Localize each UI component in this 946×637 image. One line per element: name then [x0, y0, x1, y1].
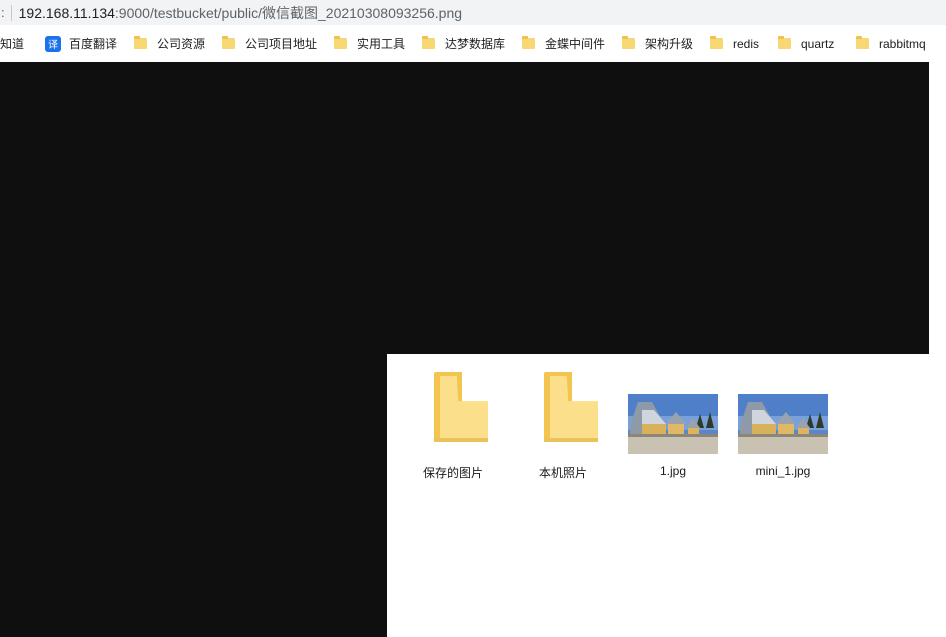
bookmark-label: 公司资源 — [157, 37, 206, 51]
url-host: 192.168.11.134 — [18, 4, 115, 21]
address-bar[interactable]: : 192.168.11.134:9000/testbucket/public/… — [0, 0, 946, 25]
address-separator — [10, 4, 12, 21]
file-label: 1.jpg — [659, 464, 687, 478]
file-label: mini_1.jpg — [755, 464, 811, 478]
file-item-1-jpg[interactable]: 1.jpg — [618, 368, 728, 478]
folder-icon — [422, 36, 435, 49]
folder-icon — [222, 36, 235, 49]
folder-icon — [134, 36, 147, 49]
bookmark-label: 实用工具 — [357, 37, 406, 51]
bookmark-folder-tools[interactable]: 实用工具 — [334, 25, 405, 62]
file-item-camera-roll[interactable]: 本机照片 — [508, 368, 618, 481]
bookmark-folder-kingdee[interactable]: 金蝶中间件 — [522, 25, 605, 62]
house-photo-icon — [738, 394, 828, 454]
page-margin — [929, 62, 946, 637]
url-text[interactable]: 192.168.11.134:9000/testbucket/public/微信… — [19, 3, 462, 23]
folder-icon — [522, 36, 535, 49]
house-photo-icon — [628, 394, 718, 454]
bookmarks-bar: 我知道 译 百度翻译 公司资源 公司项目地址 实用工具 达梦数据库 金蝶中间件 … — [0, 25, 946, 62]
bookmark-folder-architecture[interactable]: 架构升级 — [622, 25, 693, 62]
bookmark-zhidao[interactable]: 我知道 — [0, 25, 24, 62]
bookmark-folder-redis[interactable]: redis — [710, 25, 759, 62]
folder-icon — [544, 372, 600, 442]
folder-icon — [334, 36, 347, 49]
bookmark-folder-dameng[interactable]: 达梦数据库 — [422, 25, 505, 62]
bookmark-label: 百度翻译 — [69, 37, 118, 51]
file-label: 保存的图片 — [422, 466, 483, 480]
folder-thumbnail — [508, 368, 618, 460]
bookmark-label: 公司项目地址 — [245, 37, 318, 51]
image-thumbnail — [728, 368, 838, 460]
url-path: :9000/testbucket/public/微信截图_20210308093… — [114, 4, 463, 21]
bookmark-label: quartz — [801, 36, 835, 51]
folder-icon — [856, 36, 869, 49]
bookmark-folder-company-projects[interactable]: 公司项目地址 — [222, 25, 317, 62]
bookmark-label: redis — [733, 36, 760, 51]
bookmark-baidu-translate[interactable]: 译 百度翻译 — [45, 25, 117, 62]
bookmark-folder-quartz[interactable]: quartz — [778, 25, 834, 62]
folder-icon — [434, 372, 490, 442]
translate-icon: 译 — [45, 35, 61, 52]
bookmark-folder-rabbitmq[interactable]: rabbitmq — [856, 25, 926, 62]
bookmark-label: 架构升级 — [645, 37, 694, 51]
bookmark-label: rabbitmq — [879, 36, 926, 51]
address-prefix: : — [1, 5, 5, 20]
folder-thumbnail — [398, 368, 508, 460]
folder-icon — [622, 36, 635, 49]
file-item-mini-1-jpg[interactable]: mini_1.jpg — [728, 368, 838, 478]
bookmark-label: 金蝶中间件 — [545, 37, 606, 51]
explorer-panel: 保存的图片 本机照片 1.jpg mini_1.jpg — [387, 354, 929, 637]
bookmark-label: 达梦数据库 — [445, 37, 506, 51]
bookmark-folder-company-resources[interactable]: 公司资源 — [134, 25, 205, 62]
image-thumbnail — [618, 368, 728, 460]
file-label: 本机照片 — [538, 466, 587, 480]
bookmark-label: 我知道 — [0, 37, 25, 51]
folder-icon — [778, 36, 791, 49]
folder-icon — [710, 36, 723, 49]
file-item-saved-pictures[interactable]: 保存的图片 — [398, 368, 508, 481]
